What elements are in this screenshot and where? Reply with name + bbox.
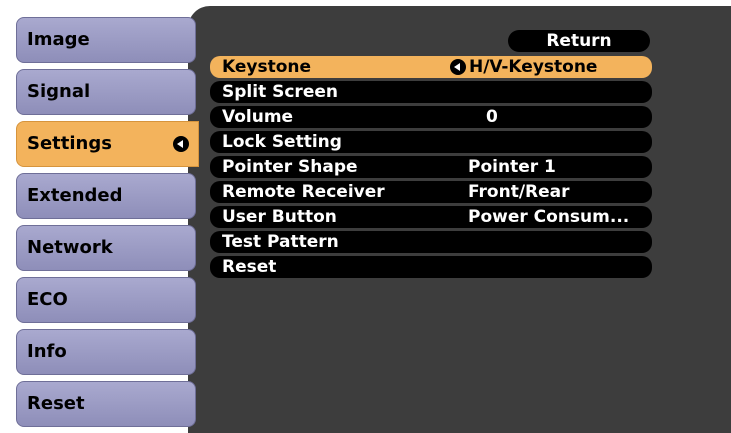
menu-item-volume[interactable]: Volume 0 [210, 106, 652, 128]
tab-label: ECO [27, 289, 68, 310]
menu-item-value: Front/Rear [468, 182, 570, 202]
tab-label: Extended [27, 185, 123, 206]
menu-item-label: Pointer Shape [222, 157, 358, 177]
menu-item-value: 0 [486, 107, 498, 127]
tab-label: Image [27, 29, 90, 50]
tab-image[interactable]: Image [16, 17, 196, 63]
menu-item-value: Pointer 1 [468, 157, 556, 177]
menu-item-label: Keystone [222, 57, 312, 77]
menu-item-label: Reset [222, 257, 277, 277]
tab-info[interactable]: Info [16, 329, 196, 375]
menu-item-value: Power Consum... [468, 207, 630, 227]
menu-item-lock-setting[interactable]: Lock Setting [210, 131, 652, 153]
menu-item-test-pattern[interactable]: Test Pattern [210, 231, 652, 253]
menu-item-user-button[interactable]: User Button Power Consum... [210, 206, 652, 228]
tab-reset[interactable]: Reset [16, 381, 196, 427]
menu-item-split-screen[interactable]: Split Screen [210, 81, 652, 103]
enter-arrow-icon [173, 136, 189, 152]
menu-item-keystone[interactable]: Keystone H/V-Keystone [210, 56, 652, 78]
menu-item-reset[interactable]: Reset [210, 256, 652, 278]
tab-signal[interactable]: Signal [16, 69, 196, 115]
tab-label: Info [27, 341, 67, 362]
projector-menu-screen: Image Signal Settings Extended Network E… [0, 0, 731, 433]
menu-item-label: Remote Receiver [222, 182, 385, 202]
tab-label: Network [27, 237, 113, 258]
menu-item-label: Volume [222, 107, 294, 127]
tab-label: Reset [27, 393, 85, 414]
menu-item-value: H/V-Keystone [469, 57, 598, 77]
menu-item-label: User Button [222, 207, 337, 227]
tab-eco[interactable]: ECO [16, 277, 196, 323]
tab-network[interactable]: Network [16, 225, 196, 271]
menu-item-pointer-shape[interactable]: Pointer Shape Pointer 1 [210, 156, 652, 178]
menu-item-label: Lock Setting [222, 132, 342, 152]
enter-arrow-icon [450, 59, 466, 75]
menu-item-label: Split Screen [222, 82, 338, 102]
tab-label: Settings [27, 133, 112, 154]
tab-extended[interactable]: Extended [16, 173, 196, 219]
return-button[interactable]: Return [508, 30, 650, 52]
menu-item-label: Test Pattern [222, 232, 339, 252]
tab-label: Signal [27, 81, 91, 102]
menu-item-remote-receiver[interactable]: Remote Receiver Front/Rear [210, 181, 652, 203]
tab-settings[interactable]: Settings [16, 121, 199, 167]
